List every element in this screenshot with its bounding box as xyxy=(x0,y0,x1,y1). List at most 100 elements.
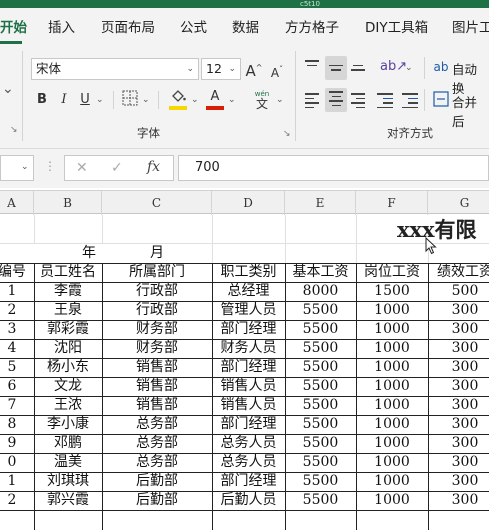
cell-performance[interactable]: 300 xyxy=(428,472,489,491)
cell-base-salary[interactable]: 5500 xyxy=(285,377,356,396)
cell-category[interactable]: 销售人员 xyxy=(212,396,285,415)
column-header-e[interactable]: E xyxy=(285,191,356,215)
tab-home[interactable]: 开始 xyxy=(0,8,27,45)
header-cell-performance[interactable]: 绩效工资 xyxy=(428,263,489,282)
cell-category[interactable]: 部门经理 xyxy=(212,415,285,434)
cell-name[interactable]: 刘琪琪 xyxy=(34,472,102,491)
cell-performance[interactable]: 300 xyxy=(428,415,489,434)
align-right-icon[interactable] xyxy=(351,90,365,111)
cell-dept[interactable]: 行政部 xyxy=(102,301,212,320)
cell-category[interactable]: 管理人员 xyxy=(212,301,285,320)
cell-id[interactable]: 9 xyxy=(0,434,34,453)
tab-picture-tools[interactable]: 图片工 xyxy=(452,8,489,45)
cell-dept[interactable]: 销售部 xyxy=(102,396,212,415)
cell-base-salary[interactable]: 5500 xyxy=(285,358,356,377)
cell-category[interactable]: 总经理 xyxy=(212,282,285,301)
cell-post-salary[interactable]: 1000 xyxy=(356,491,428,510)
cell-base-salary[interactable]: 5500 xyxy=(285,472,356,491)
tab-diy-toolbox[interactable]: DIY工具箱 xyxy=(365,8,428,45)
cell-post-salary[interactable]: 1000 xyxy=(356,415,428,434)
cell-id[interactable]: 1 xyxy=(0,282,34,301)
tab-fangfang[interactable]: 方方格子 xyxy=(285,8,339,45)
cell-name[interactable]: 李霞 xyxy=(34,282,102,301)
cell-name[interactable]: 邓鹏 xyxy=(34,434,102,453)
cell-id[interactable]: 2 xyxy=(0,491,34,510)
cell-post-salary[interactable]: 1000 xyxy=(356,434,428,453)
column-header-g[interactable]: G xyxy=(428,191,489,215)
header-cell-id[interactable]: 编号 xyxy=(0,263,34,282)
cancel-icon[interactable]: ✕ xyxy=(76,160,88,176)
worksheet-grid[interactable]: xxx有限 年 月 编号 员工姓名 所属部门 职工类别 基本工资 岗位工资 绩效… xyxy=(0,215,489,530)
cell-dept[interactable]: 后勤部 xyxy=(102,491,212,510)
align-left-icon[interactable] xyxy=(305,90,319,111)
italic-button[interactable]: I xyxy=(57,90,71,110)
cell-id[interactable]: 0 xyxy=(0,453,34,472)
orientation-dropdown-icon[interactable]: ⌄ xyxy=(405,63,413,73)
underline-button[interactable]: U xyxy=(78,90,92,110)
cell-performance[interactable]: 300 xyxy=(428,396,489,415)
cell-base-salary[interactable]: 5500 xyxy=(285,396,356,415)
cell-base-salary[interactable]: 5500 xyxy=(285,320,356,339)
decrease-indent-icon[interactable] xyxy=(377,90,395,111)
border-icon[interactable] xyxy=(121,90,139,113)
cell-performance[interactable]: 500 xyxy=(428,282,489,301)
increase-indent-icon[interactable] xyxy=(402,90,420,111)
cell-dept[interactable]: 财务部 xyxy=(102,339,212,358)
column-header-b[interactable]: B xyxy=(34,191,102,215)
column-header-f[interactable]: F xyxy=(356,191,428,215)
header-cell-base-salary[interactable]: 基本工资 xyxy=(285,263,356,282)
cell-dept[interactable]: 财务部 xyxy=(102,320,212,339)
cell-performance[interactable]: 300 xyxy=(428,301,489,320)
phonetic-dropdown-icon[interactable]: ⌄ xyxy=(276,95,284,105)
bold-button[interactable]: B xyxy=(34,90,50,110)
align-top-icon[interactable] xyxy=(305,57,319,74)
column-header-c[interactable]: C xyxy=(102,191,212,215)
clipboard-dropdown-icon[interactable]: ⌄ xyxy=(2,81,14,97)
merge-center-button[interactable]: 合并后 xyxy=(452,92,489,130)
cell-performance[interactable]: 300 xyxy=(428,491,489,510)
cell-name[interactable]: 温美 xyxy=(34,453,102,472)
cell-base-salary[interactable]: 8000 xyxy=(285,282,356,301)
name-box[interactable]: ⌄ xyxy=(0,155,34,181)
cell-name[interactable]: 王泉 xyxy=(34,301,102,320)
cell-dept[interactable]: 总务部 xyxy=(102,453,212,472)
cell-performance[interactable]: 300 xyxy=(428,434,489,453)
fill-color-dropdown-icon[interactable]: ⌄ xyxy=(191,95,199,105)
column-header-d[interactable]: D xyxy=(212,191,285,215)
cell-category[interactable]: 后勤人员 xyxy=(212,491,285,510)
header-cell-post-salary[interactable]: 岗位工资 xyxy=(356,263,428,282)
cell-performance[interactable]: 300 xyxy=(428,358,489,377)
cell-post-salary[interactable]: 1000 xyxy=(356,339,428,358)
cell-post-salary[interactable]: 1000 xyxy=(356,453,428,472)
cell-dept[interactable]: 行政部 xyxy=(102,282,212,301)
cell-performance[interactable]: 300 xyxy=(428,453,489,472)
cell-base-salary[interactable]: 5500 xyxy=(285,491,356,510)
cell-category[interactable]: 部门经理 xyxy=(212,358,285,377)
cell-dept[interactable]: 总务部 xyxy=(102,415,212,434)
cell-name[interactable]: 王浓 xyxy=(34,396,102,415)
cell-id[interactable]: 7 xyxy=(0,396,34,415)
align-middle-button[interactable] xyxy=(325,56,347,80)
cell-dept[interactable]: 销售部 xyxy=(102,358,212,377)
cell-name[interactable]: 文龙 xyxy=(34,377,102,396)
cell-dept[interactable]: 总务部 xyxy=(102,434,212,453)
wrap-text-icon[interactable]: ab xyxy=(433,57,449,77)
cell-base-salary[interactable]: 5500 xyxy=(285,415,356,434)
cell-category[interactable]: 部门经理 xyxy=(212,320,285,339)
font-size-box[interactable]: 12 ⌄ xyxy=(201,58,241,80)
insert-function-icon[interactable]: fx xyxy=(147,159,160,175)
font-name-box[interactable]: 宋体 ⌄ xyxy=(31,58,199,80)
align-center-button[interactable] xyxy=(325,88,347,112)
underline-dropdown-icon[interactable]: ⌄ xyxy=(96,95,104,105)
fill-color-button[interactable] xyxy=(169,89,187,111)
cell-base-salary[interactable]: 5500 xyxy=(285,434,356,453)
cell-id[interactable]: 2 xyxy=(0,301,34,320)
cell-id[interactable]: 5 xyxy=(0,358,34,377)
cell-id[interactable]: 3 xyxy=(0,320,34,339)
dialog-launcher-icon[interactable]: ↘ xyxy=(10,125,18,135)
cell-base-salary[interactable]: 5500 xyxy=(285,339,356,358)
cell-base-salary[interactable]: 5500 xyxy=(285,453,356,472)
cell-performance[interactable]: 300 xyxy=(428,377,489,396)
font-dialog-launcher-icon[interactable]: ↘ xyxy=(283,129,291,139)
formula-input[interactable]: 700 xyxy=(178,155,489,181)
